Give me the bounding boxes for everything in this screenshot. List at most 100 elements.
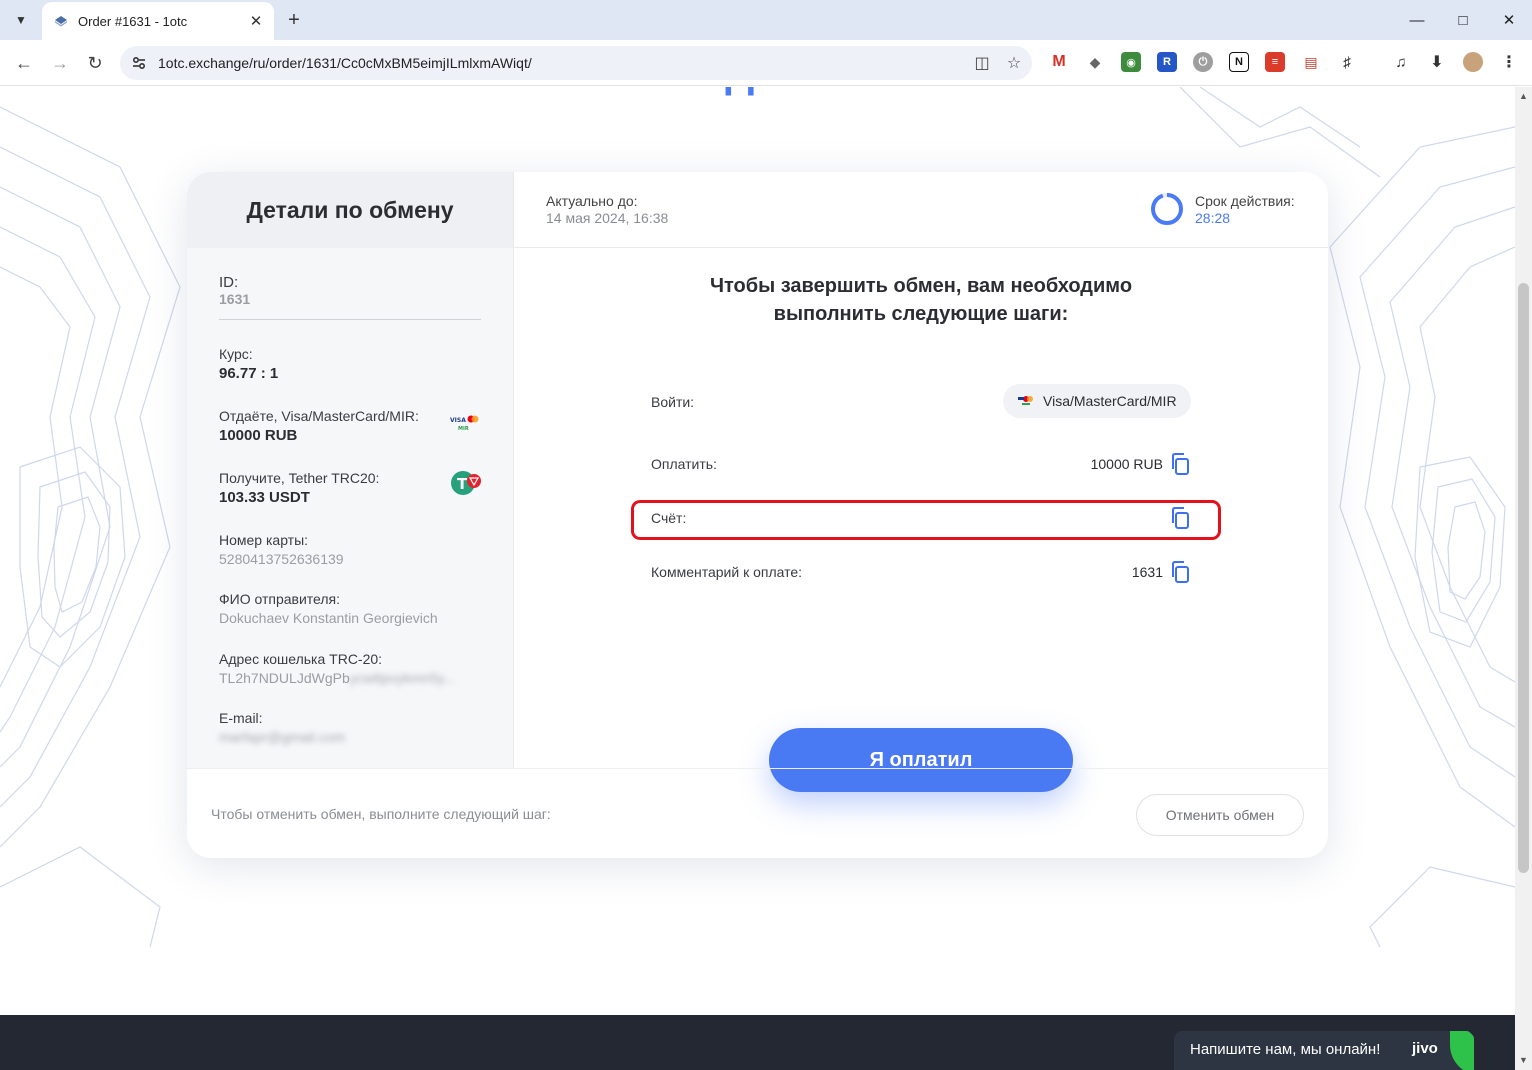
tag-extension-icon[interactable]: ◆ [1085,52,1105,72]
chat-widget-text[interactable]: Напишите нам, мы онлайн! [1190,1041,1380,1058]
svg-text:T: T [457,475,468,493]
panel-divider [513,172,514,768]
steps-title-line-1: Чтобы завершить обмен, вам необходимо [709,275,1133,297]
install-app-icon[interactable]: ◫ [968,49,996,77]
id-divider [219,319,481,320]
jivo-logo: jivo [1412,1040,1438,1057]
green-extension-icon[interactable]: ◉ [1121,52,1141,72]
new-tab-icon[interactable]: + [282,8,306,32]
window-close-icon[interactable]: ✕ [1486,6,1532,34]
page-content: Заявка ожидание оплаты Детали по обмену … [0,87,1515,1070]
tether-trc20-icon: T [451,471,481,495]
pay-value: 10000 RUB [1090,456,1163,472]
countdown-ring-icon [1151,193,1183,225]
steps-title-line-2: выполнить следующие шаги: [773,303,1069,325]
payment-method-icon [1018,396,1033,405]
blue-extension-icon[interactable]: R [1157,52,1177,72]
cancel-hint: Чтобы отменить обмен, выполните следующи… [211,806,551,822]
heading-part-1: Заявка [466,87,624,96]
step-comment: Комментарий к оплате: 1631 [651,552,1191,592]
receive-label: Получите, Tether TRC20: [219,470,380,486]
copy-comment-icon[interactable] [1170,561,1190,583]
wallet-value-visible: TL2h7NDULJdWgPb [219,670,350,686]
wallet-value: TL2h7NDULJdWgPbycw6pvykmn5y... [219,670,455,686]
step-pay: Оплатить: 10000 RUB [651,444,1191,484]
card-number-label: Номер карты: [219,532,309,548]
url-text: 1otc.exchange/ru/order/1631/Cc0cMxBM5eim… [158,55,532,71]
receive-value: 103.33 USDT [219,489,310,506]
cancel-section: Чтобы отменить обмен, выполните следующи… [187,768,1328,858]
timer-label: Срок действия: [1195,193,1295,209]
forward-icon[interactable]: → [46,49,74,77]
validity-header: Актуально до: 14 мая 2024, 16:38 Срок де… [514,172,1328,248]
timer-value: 28:28 [1195,210,1231,226]
back-icon[interactable]: ← [10,49,38,77]
scroll-down-arrow-icon[interactable]: ▼ [1519,1055,1528,1065]
page-heading: Заявка ожидание оплаты [466,87,1047,97]
steps-title: Чтобы завершить обмен, вам необходимо вы… [514,272,1328,328]
rate-value: 96.77 : 1 [219,365,279,382]
details-panel: ID: 1631 Курс: 96.77 : 1 Отдаёте, Visa/M… [187,248,513,768]
email-label: E-mail: [219,710,263,726]
heading-part-2: ожидание оплаты [637,87,1047,96]
browser-tab-bar: ▼ Order #1631 - 1otc ✕ + — □ ✕ [0,0,1532,40]
details-title: Детали по обмену [246,196,454,223]
address-bar[interactable]: 1otc.exchange/ru/order/1631/Cc0cMxBM5eim… [120,46,1032,80]
tab-search-icon[interactable]: ▼ [8,7,34,33]
scrollbar-thumb[interactable] [1518,283,1529,873]
stack-extension-icon[interactable]: ≡ [1265,52,1285,72]
maximize-icon[interactable]: □ [1440,6,1486,34]
cast-extension-icon[interactable]: ▤ [1301,52,1321,72]
order-id-value: 1631 [219,291,251,307]
order-card: Детали по обмену ID: 1631 Курс: 96.77 : … [187,172,1328,858]
gmail-extension-icon[interactable]: M [1049,52,1069,72]
give-label: Отдаёте, Visa/MasterCard/MIR: [219,408,419,424]
extensions-puzzle-icon[interactable]: ♯ [1337,52,1357,72]
pay-label: Оплатить: [651,456,717,472]
comment-label: Комментарий к оплате: [651,564,803,580]
tab-title: Order #1631 - 1otc [78,13,188,29]
reload-icon[interactable]: ↻ [81,49,109,77]
wallet-field: Адрес кошелька TRC-20: TL2h7NDULJdWgPbyc… [219,651,455,686]
card-number-value: 5280413752636139 [219,551,344,567]
comment-value: 1631 [1131,564,1163,580]
svg-text:VISA: VISA [450,417,466,424]
wallet-label: Адрес кошелька TRC-20: [219,651,383,667]
login-label: Войти: [651,394,695,410]
jivo-leaf-icon [1450,1031,1474,1070]
page-scrollbar[interactable]: ▲ ▼ [1515,87,1532,1070]
receive-field: Получите, Tether TRC20: 103.33 USDT [219,470,379,506]
browser-menu-icon[interactable]: ⋮ [1499,52,1519,72]
chat-widget[interactable]: Напишите нам, мы онлайн! jivo [1174,1031,1474,1070]
notion-extension-icon[interactable]: N [1229,52,1249,72]
sender-name-field: ФИО отправителя: Dokuchaev Konstantin Ge… [219,591,438,626]
valid-until-label: Актуально до: [546,193,638,209]
valid-until-value: 14 мая 2024, 16:38 [546,210,669,226]
minimize-icon[interactable]: — [1394,6,1440,34]
details-header: Детали по обмену [187,172,513,248]
download-icon[interactable]: ⬇ [1427,52,1447,72]
tab-close-icon[interactable]: ✕ [244,9,268,33]
browser-tab[interactable]: Order #1631 - 1otc ✕ [42,2,274,40]
wallet-value-blurred: ycw6pvykmn5y... [349,670,456,686]
media-control-icon[interactable]: ♫ [1391,52,1411,72]
rate-label: Курс: [219,346,253,362]
site-info-icon[interactable] [126,50,152,76]
email-field: E-mail: marfapr@gmail.com [219,710,345,745]
rate-field: Курс: 96.77 : 1 [219,346,278,382]
cancel-exchange-button[interactable]: Отменить обмен [1136,794,1304,836]
copy-amount-icon[interactable] [1170,453,1190,475]
order-id-label: ID: [219,274,239,291]
email-value: marfapr@gmail.com [219,729,346,745]
payment-method-text: Visa/MasterCard/MIR [1043,393,1177,409]
bookmark-star-icon[interactable]: ☆ [1000,49,1028,77]
give-field: Отдаёте, Visa/MasterCard/MIR: 10000 RUB [219,408,419,444]
sender-name-label: ФИО отправителя: [219,591,341,607]
sender-name-value: Dokuchaev Konstantin Georgievich [219,610,438,626]
scroll-up-arrow-icon[interactable]: ▲ [1519,91,1528,101]
profile-avatar[interactable] [1463,52,1483,72]
step-login: Войти: Visa/MasterCard/MIR [651,384,1191,424]
give-value: 10000 RUB [219,427,298,444]
card-number-field: Номер карты: 5280413752636139 [219,532,344,567]
power-extension-icon[interactable]: ⏻ [1193,52,1213,72]
